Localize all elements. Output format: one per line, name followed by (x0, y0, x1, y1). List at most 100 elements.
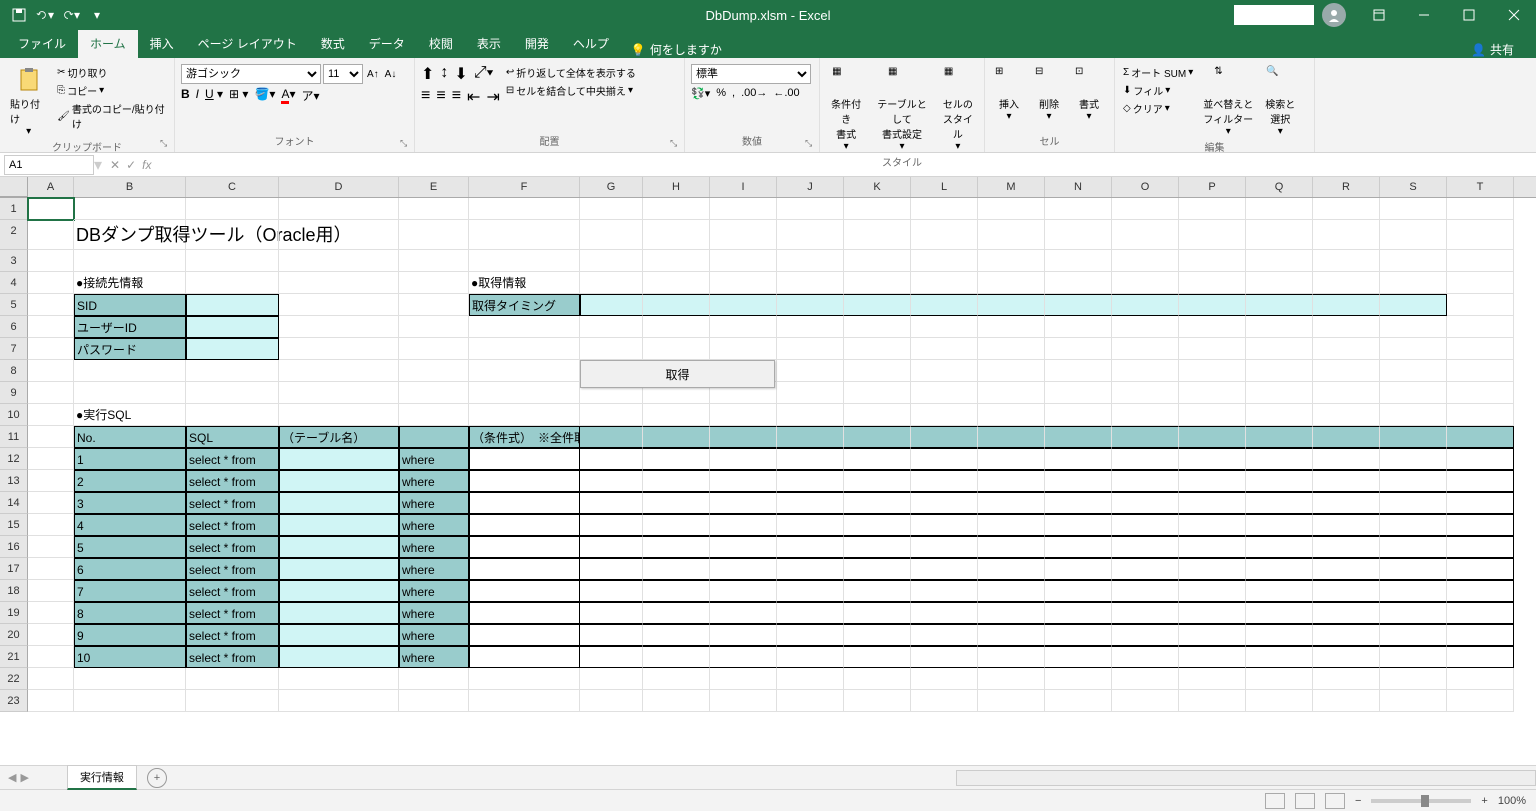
cell-B14[interactable]: 3 (74, 492, 186, 514)
cell-D17[interactable] (279, 558, 399, 580)
row-header-12[interactable]: 12 (0, 448, 28, 470)
cell-T10[interactable] (1447, 404, 1514, 426)
align-middle-icon[interactable]: ↕ (440, 64, 448, 84)
cell-R17[interactable] (1313, 558, 1380, 580)
cell-O3[interactable] (1112, 250, 1179, 272)
number-launcher-icon[interactable]: ⤡ (805, 138, 817, 150)
cell-B21[interactable]: 10 (74, 646, 186, 668)
phonetic-button[interactable]: ア▾ (301, 87, 319, 104)
tab-formulas[interactable]: 数式 (309, 29, 357, 58)
cell-S7[interactable] (1380, 338, 1447, 360)
cell-M8[interactable] (978, 360, 1045, 382)
cell-Q22[interactable] (1246, 668, 1313, 690)
cell-H13[interactable] (643, 470, 710, 492)
cell-G23[interactable] (580, 690, 643, 712)
cell-F8[interactable] (469, 360, 580, 382)
cell-Q7[interactable] (1246, 338, 1313, 360)
cell-B20[interactable]: 9 (74, 624, 186, 646)
cell-A2[interactable] (28, 220, 74, 250)
cell-J2[interactable] (777, 220, 844, 250)
cell-L2[interactable] (911, 220, 978, 250)
cut-button[interactable]: ✂切り取り (55, 64, 168, 81)
cell-C23[interactable] (186, 690, 279, 712)
cell-H22[interactable] (643, 668, 710, 690)
cell-T11[interactable] (1447, 426, 1514, 448)
cell-J9[interactable] (777, 382, 844, 404)
cell-G18[interactable] (580, 580, 643, 602)
font-launcher-icon[interactable]: ⤡ (400, 138, 412, 150)
cell-I13[interactable] (710, 470, 777, 492)
cell-M6[interactable] (978, 316, 1045, 338)
cell-Q11[interactable] (1246, 426, 1313, 448)
cell-D1[interactable] (279, 198, 399, 220)
row-header-10[interactable]: 10 (0, 404, 28, 426)
cell-D7[interactable] (279, 338, 399, 360)
cell-R7[interactable] (1313, 338, 1380, 360)
tab-data[interactable]: データ (357, 29, 417, 58)
row-header-7[interactable]: 7 (0, 338, 28, 360)
cell-F2[interactable] (469, 220, 580, 250)
cell-H2[interactable] (643, 220, 710, 250)
row-header-1[interactable]: 1 (0, 198, 28, 220)
cell-P18[interactable] (1179, 580, 1246, 602)
undo-icon[interactable]: ▾ (36, 6, 54, 24)
cell-B8[interactable] (74, 360, 186, 382)
cell-D11[interactable]: （テーブル名） (279, 426, 399, 448)
row-header-15[interactable]: 15 (0, 514, 28, 536)
cell-G19[interactable] (580, 602, 643, 624)
cell-I19[interactable] (710, 602, 777, 624)
cell-P12[interactable] (1179, 448, 1246, 470)
align-bottom-icon[interactable]: ⬇ (454, 64, 467, 84)
cell-H21[interactable] (643, 646, 710, 668)
col-header-E[interactable]: E (399, 177, 469, 197)
page-break-view-icon[interactable] (1325, 793, 1345, 809)
cell-S21[interactable] (1380, 646, 1447, 668)
row-header-5[interactable]: 5 (0, 294, 28, 316)
col-header-M[interactable]: M (978, 177, 1045, 197)
cell-L1[interactable] (911, 198, 978, 220)
cell-A16[interactable] (28, 536, 74, 558)
align-left-icon[interactable]: ≡ (421, 87, 430, 107)
alignment-launcher-icon[interactable]: ⤡ (670, 138, 682, 150)
cell-B22[interactable] (74, 668, 186, 690)
col-header-I[interactable]: I (710, 177, 777, 197)
cell-P16[interactable] (1179, 536, 1246, 558)
cell-O10[interactable] (1112, 404, 1179, 426)
cell-N18[interactable] (1045, 580, 1112, 602)
cell-P3[interactable] (1179, 250, 1246, 272)
cell-S11[interactable] (1380, 426, 1447, 448)
cell-F15[interactable] (469, 514, 580, 536)
increase-indent-icon[interactable]: ⇥ (486, 87, 499, 107)
cell-B19[interactable]: 8 (74, 602, 186, 624)
cell-S3[interactable] (1380, 250, 1447, 272)
col-header-J[interactable]: J (777, 177, 844, 197)
col-header-Q[interactable]: Q (1246, 177, 1313, 197)
cell-E21[interactable]: where (399, 646, 469, 668)
increase-decimal-icon[interactable]: .00→ (741, 87, 767, 100)
cell-E22[interactable] (399, 668, 469, 690)
cell-D18[interactable] (279, 580, 399, 602)
cell-B12[interactable]: 1 (74, 448, 186, 470)
row-header-17[interactable]: 17 (0, 558, 28, 580)
cell-K14[interactable] (844, 492, 911, 514)
cell-M3[interactable] (978, 250, 1045, 272)
cell-M12[interactable] (978, 448, 1045, 470)
cell-E14[interactable]: where (399, 492, 469, 514)
cell-C17[interactable]: select * from (186, 558, 279, 580)
cell-C8[interactable] (186, 360, 279, 382)
cell-S16[interactable] (1380, 536, 1447, 558)
cell-P14[interactable] (1179, 492, 1246, 514)
cell-R23[interactable] (1313, 690, 1380, 712)
cell-P20[interactable] (1179, 624, 1246, 646)
cell-M1[interactable] (978, 198, 1045, 220)
cell-I22[interactable] (710, 668, 777, 690)
cell-F18[interactable] (469, 580, 580, 602)
cell-P10[interactable] (1179, 404, 1246, 426)
cell-P17[interactable] (1179, 558, 1246, 580)
cell-P23[interactable] (1179, 690, 1246, 712)
cell-P1[interactable] (1179, 198, 1246, 220)
cell-D5[interactable] (279, 294, 399, 316)
maximize-icon[interactable] (1446, 0, 1491, 30)
cell-S9[interactable] (1380, 382, 1447, 404)
cell-O12[interactable] (1112, 448, 1179, 470)
